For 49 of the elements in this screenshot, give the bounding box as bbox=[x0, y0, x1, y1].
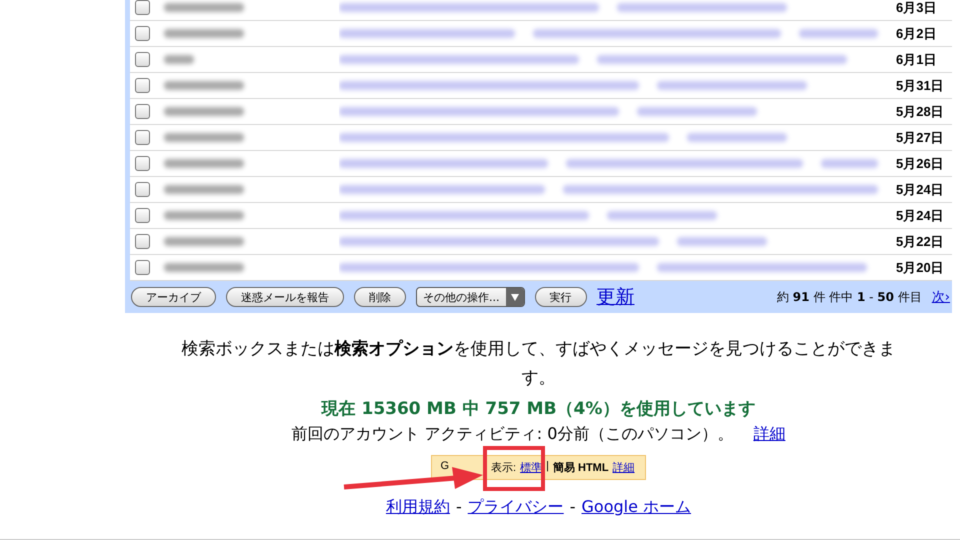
account-activity: 前回のアカウント アクティビティ: 0分前（このパソコン）。 bbox=[292, 424, 734, 445]
message-date: 6月3日 bbox=[896, 0, 938, 16]
blurred-text bbox=[821, 159, 878, 168]
checkbox[interactable] bbox=[135, 182, 150, 197]
separator: | bbox=[546, 460, 549, 474]
message-date: 6月2日 bbox=[896, 24, 938, 42]
view-details-link[interactable]: 詳細 bbox=[612, 460, 635, 475]
actions-dropdown[interactable]: その他の操作... bbox=[416, 287, 524, 307]
checkbox[interactable] bbox=[135, 0, 150, 15]
message-date: 5月27日 bbox=[896, 128, 945, 146]
checkbox[interactable] bbox=[135, 130, 150, 145]
toolbar-button[interactable]: アーカイブ bbox=[131, 287, 216, 307]
message-date: 5月24日 bbox=[896, 180, 945, 198]
footer-link[interactable]: Google ホーム bbox=[582, 497, 692, 518]
toolbar-button[interactable]: 迷惑メールを報告 bbox=[226, 287, 344, 307]
message-date: 5月20日 bbox=[896, 258, 945, 276]
view-option-link[interactable]: 標準 bbox=[520, 460, 542, 475]
checkbox[interactable] bbox=[135, 52, 150, 67]
details-link[interactable]: 詳細 bbox=[753, 424, 786, 445]
message-date: 6月1日 bbox=[896, 50, 938, 68]
highlight-box bbox=[483, 446, 546, 491]
footer-link[interactable]: 利用規約 bbox=[386, 497, 450, 518]
checkbox[interactable] bbox=[135, 208, 150, 223]
message-date: 5月28日 bbox=[896, 102, 945, 120]
message-count: 約 91 件 件中 1 - 50 件目 bbox=[776, 288, 922, 306]
footer-link[interactable]: プライバシー bbox=[468, 497, 564, 518]
storage-usage: 現在 15360 MB 中 757 MB（4%）を使用しています bbox=[322, 398, 756, 420]
next-link[interactable]: 次› bbox=[932, 288, 950, 306]
search-tip: 検索ボックスまたは検索オプションを使用して、すばやくメッセージを見つけることができます。 bbox=[180, 338, 896, 390]
message-date: 5月24日 bbox=[896, 206, 945, 224]
go-button[interactable]: 実行 bbox=[534, 287, 586, 307]
view-label: G bbox=[440, 460, 450, 474]
message-date: 5月31日 bbox=[896, 76, 945, 94]
caret-icon bbox=[510, 294, 518, 300]
checkbox[interactable] bbox=[135, 260, 150, 275]
checkbox[interactable] bbox=[135, 104, 150, 119]
view-label: 表示: bbox=[491, 461, 516, 475]
checkbox[interactable] bbox=[135, 26, 150, 41]
message-date: 5月26日 bbox=[896, 154, 945, 172]
view-option: 簡易 HTML bbox=[552, 460, 609, 475]
checkbox[interactable] bbox=[135, 156, 150, 171]
refresh-link[interactable]: 更新 bbox=[596, 284, 634, 310]
blurred-text bbox=[164, 55, 194, 64]
checkbox[interactable] bbox=[135, 78, 150, 93]
separator: - bbox=[456, 497, 462, 518]
checkbox[interactable] bbox=[135, 234, 150, 249]
message-date: 5月22日 bbox=[896, 232, 945, 250]
toolbar-button[interactable]: 削除 bbox=[354, 287, 406, 307]
separator: - bbox=[570, 497, 576, 518]
